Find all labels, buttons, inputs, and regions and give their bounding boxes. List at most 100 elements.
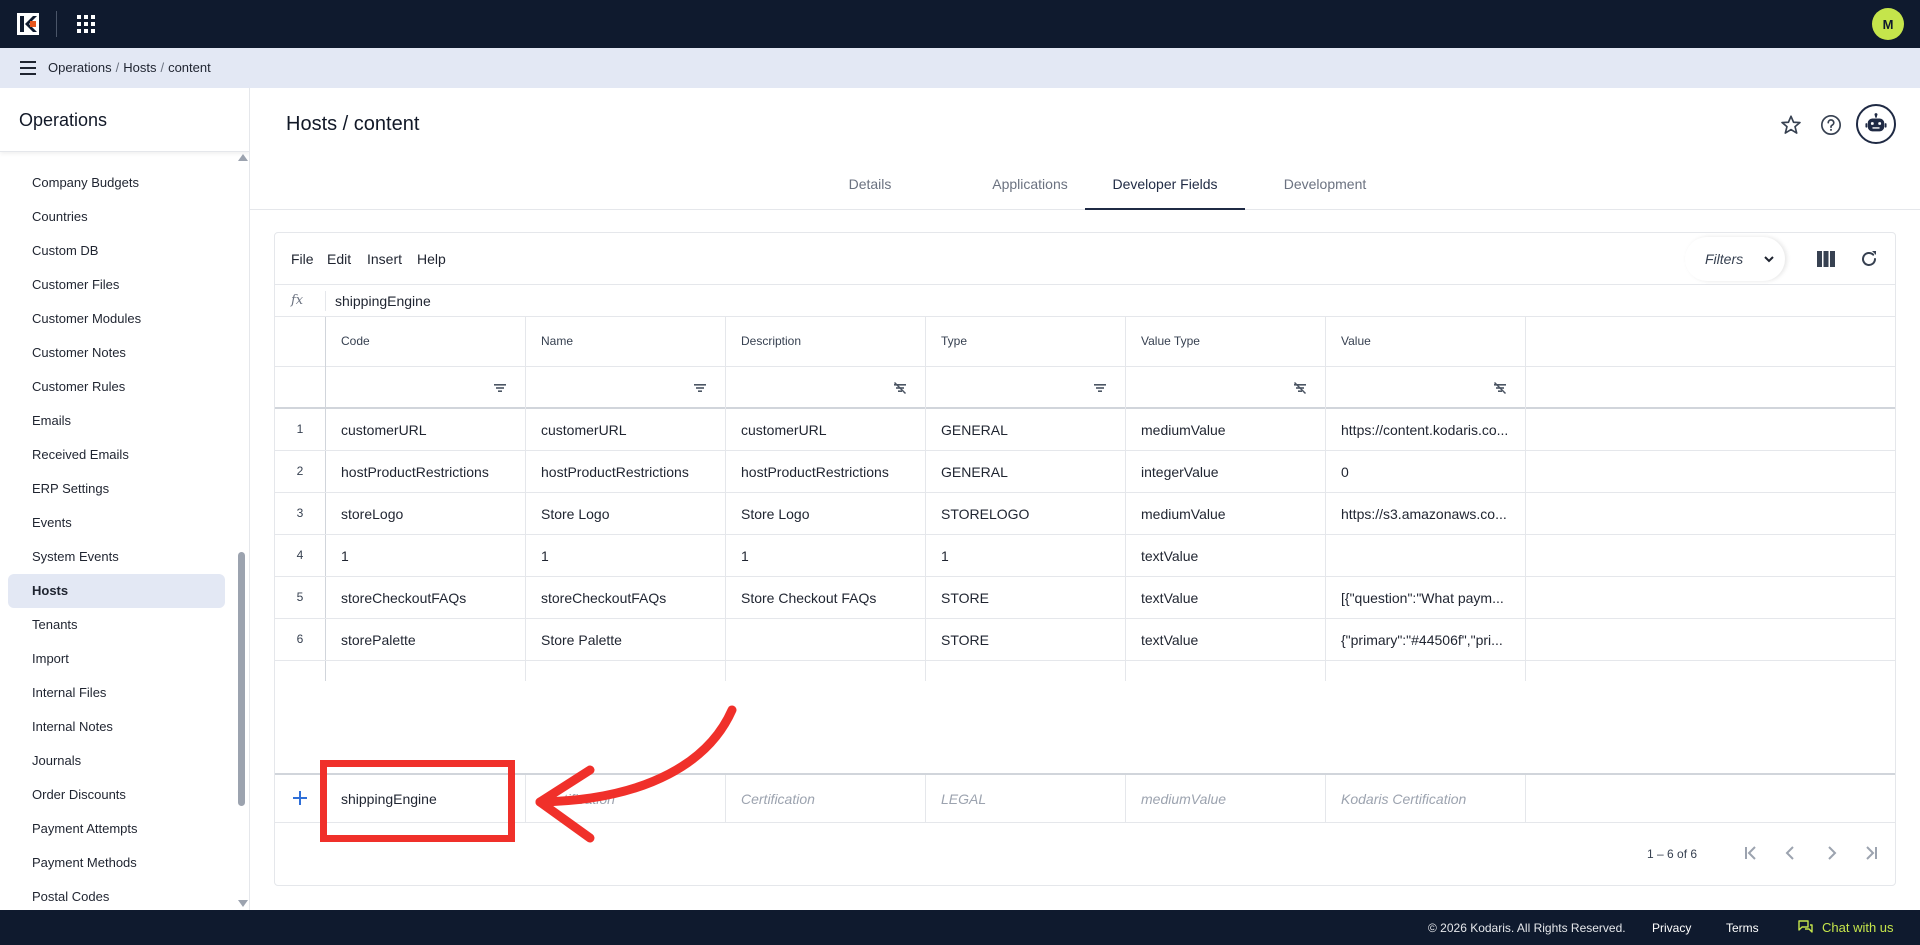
sidebar-item-emails[interactable]: Emails <box>0 404 236 438</box>
cell-description[interactable]: Store Checkout FAQs <box>741 590 876 606</box>
star-icon[interactable] <box>1780 114 1802 136</box>
cell-code[interactable]: hostProductRestrictions <box>341 464 489 480</box>
sidebar-item-internal-notes[interactable]: Internal Notes <box>0 710 236 744</box>
sidebar-item-custom-db[interactable]: Custom DB <box>0 234 236 268</box>
first-page-icon[interactable] <box>1741 843 1761 863</box>
column-header-description[interactable]: Description <box>741 334 801 348</box>
table-row[interactable]: 4 1 1 1 1 textValue <box>275 535 1895 577</box>
cell-name[interactable]: customerURL <box>541 422 627 438</box>
sidebar-item-system-events[interactable]: System Events <box>0 540 236 574</box>
cell-value-type[interactable]: integerValue <box>1141 464 1219 480</box>
sidebar-item-journals[interactable]: Journals <box>0 744 236 778</box>
filter-icon[interactable] <box>693 381 707 395</box>
filter-off-icon[interactable] <box>1493 381 1507 395</box>
column-header-code[interactable]: Code <box>341 334 370 348</box>
cell-value-type[interactable]: mediumValue <box>1141 506 1226 522</box>
table-row[interactable]: 3 storeLogo Store Logo Store Logo STORELOGO m… <box>275 493 1895 535</box>
tab-applications[interactable]: Applications <box>955 164 1105 210</box>
table-row[interactable]: 6 storePalette Store Palette STORE textValue… <box>275 619 1895 661</box>
new-row-value-input[interactable]: Kodaris Certification <box>1341 791 1466 807</box>
cell-value[interactable]: [{"question":"What paym... <box>1341 590 1504 606</box>
cell-value-type[interactable]: textValue <box>1141 632 1198 648</box>
scroll-up-arrow-icon[interactable] <box>238 154 248 161</box>
cell-description[interactable]: customerURL <box>741 422 827 438</box>
filter-icon[interactable] <box>493 381 507 395</box>
menu-file[interactable]: File <box>291 251 314 267</box>
column-header-value[interactable]: Value <box>1341 334 1371 348</box>
cell-name[interactable]: Store Logo <box>541 506 610 522</box>
sidebar-item-customer-modules[interactable]: Customer Modules <box>0 302 236 336</box>
cell-value[interactable]: {"primary":"#44506f","pri... <box>1341 632 1503 648</box>
table-row[interactable]: 5 storeCheckoutFAQs storeCheckoutFAQs Store… <box>275 577 1895 619</box>
hamburger-menu-icon[interactable] <box>20 61 36 75</box>
table-row[interactable]: 2 hostProductRestrictions hostProductRestr… <box>275 451 1895 493</box>
tab-details[interactable]: Details <box>795 164 945 210</box>
column-header-value-type[interactable]: Value Type <box>1141 334 1200 348</box>
sidebar-item-payment-attempts[interactable]: Payment Attempts <box>0 812 236 846</box>
breadcrumb-item-operations[interactable]: Operations <box>48 60 112 75</box>
assistant-bot-button[interactable] <box>1856 104 1896 144</box>
filter-icon[interactable] <box>1093 381 1107 395</box>
cell-code[interactable]: 1 <box>341 548 349 564</box>
filter-off-icon[interactable] <box>1293 381 1307 395</box>
sidebar-scrollbar[interactable] <box>236 152 248 910</box>
apps-grid-icon[interactable] <box>76 14 96 34</box>
next-page-icon[interactable] <box>1821 843 1841 863</box>
filters-button[interactable]: Filters <box>1685 237 1785 281</box>
cell-value[interactable]: 0 <box>1341 464 1349 480</box>
filter-off-icon[interactable] <box>893 381 907 395</box>
sidebar-item-hosts[interactable]: Hosts <box>8 574 225 608</box>
previous-page-icon[interactable] <box>1781 843 1801 863</box>
cell-description[interactable]: hostProductRestrictions <box>741 464 889 480</box>
tab-development[interactable]: Development <box>1250 164 1400 210</box>
sidebar-item-internal-files[interactable]: Internal Files <box>0 676 236 710</box>
sidebar-item-erp-settings[interactable]: ERP Settings <box>0 472 236 506</box>
sidebar-item-received-emails[interactable]: Received Emails <box>0 438 236 472</box>
formula-input[interactable]: shippingEngine <box>335 293 431 309</box>
cell-value[interactable]: https://s3.amazonaws.co... <box>1341 506 1507 522</box>
menu-insert[interactable]: Insert <box>367 251 402 267</box>
column-header-type[interactable]: Type <box>941 334 967 348</box>
user-avatar[interactable]: M <box>1872 8 1904 40</box>
privacy-link[interactable]: Privacy <box>1652 921 1691 935</box>
new-row-value-type-input[interactable]: mediumValue <box>1141 791 1226 807</box>
sidebar-item-payment-methods[interactable]: Payment Methods <box>0 846 236 880</box>
cell-value-type[interactable]: textValue <box>1141 548 1198 564</box>
kodaris-logo-icon[interactable] <box>16 12 40 36</box>
cell-code[interactable]: storeLogo <box>341 506 403 522</box>
columns-icon[interactable] <box>1817 251 1835 267</box>
menu-help[interactable]: Help <box>417 251 446 267</box>
menu-edit[interactable]: Edit <box>327 251 351 267</box>
table-row[interactable]: 1 customerURL customerURL customerURL GENERA… <box>275 409 1895 451</box>
sidebar-item-customer-rules[interactable]: Customer Rules <box>0 370 236 404</box>
breadcrumb-item-hosts[interactable]: Hosts <box>123 60 156 75</box>
terms-link[interactable]: Terms <box>1726 921 1759 935</box>
sidebar-item-order-discounts[interactable]: Order Discounts <box>0 778 236 812</box>
sidebar-item-customer-files[interactable]: Customer Files <box>0 268 236 302</box>
cell-value[interactable]: https://content.kodaris.co... <box>1341 422 1508 438</box>
sidebar-item-events[interactable]: Events <box>0 506 236 540</box>
cell-description[interactable]: Store Logo <box>741 506 810 522</box>
sidebar-item-postal-codes[interactable]: Postal Codes <box>0 880 236 910</box>
scroll-thumb[interactable] <box>238 552 245 806</box>
cell-description[interactable]: 1 <box>741 548 749 564</box>
cell-name[interactable]: storeCheckoutFAQs <box>541 590 666 606</box>
refresh-icon[interactable] <box>1859 249 1879 269</box>
cell-name[interactable]: 1 <box>541 548 549 564</box>
cell-type[interactable]: GENERAL <box>941 464 1008 480</box>
new-row-description-input[interactable]: Certification <box>741 791 815 807</box>
cell-type[interactable]: STORE <box>941 590 989 606</box>
new-row-type-input[interactable]: LEGAL <box>941 791 986 807</box>
tab-developer-fields[interactable]: Developer Fields <box>1085 164 1245 210</box>
sidebar-item-customer-notes[interactable]: Customer Notes <box>0 336 236 370</box>
cell-value-type[interactable]: mediumValue <box>1141 422 1226 438</box>
cell-type[interactable]: 1 <box>941 548 949 564</box>
cell-name[interactable]: Store Palette <box>541 632 622 648</box>
last-page-icon[interactable] <box>1861 843 1881 863</box>
cell-code[interactable]: storeCheckoutFAQs <box>341 590 466 606</box>
sidebar-item-countries[interactable]: Countries <box>0 200 236 234</box>
cell-code[interactable]: customerURL <box>341 422 427 438</box>
cell-code[interactable]: storePalette <box>341 632 416 648</box>
sidebar-item-import[interactable]: Import <box>0 642 236 676</box>
cell-type[interactable]: GENERAL <box>941 422 1008 438</box>
